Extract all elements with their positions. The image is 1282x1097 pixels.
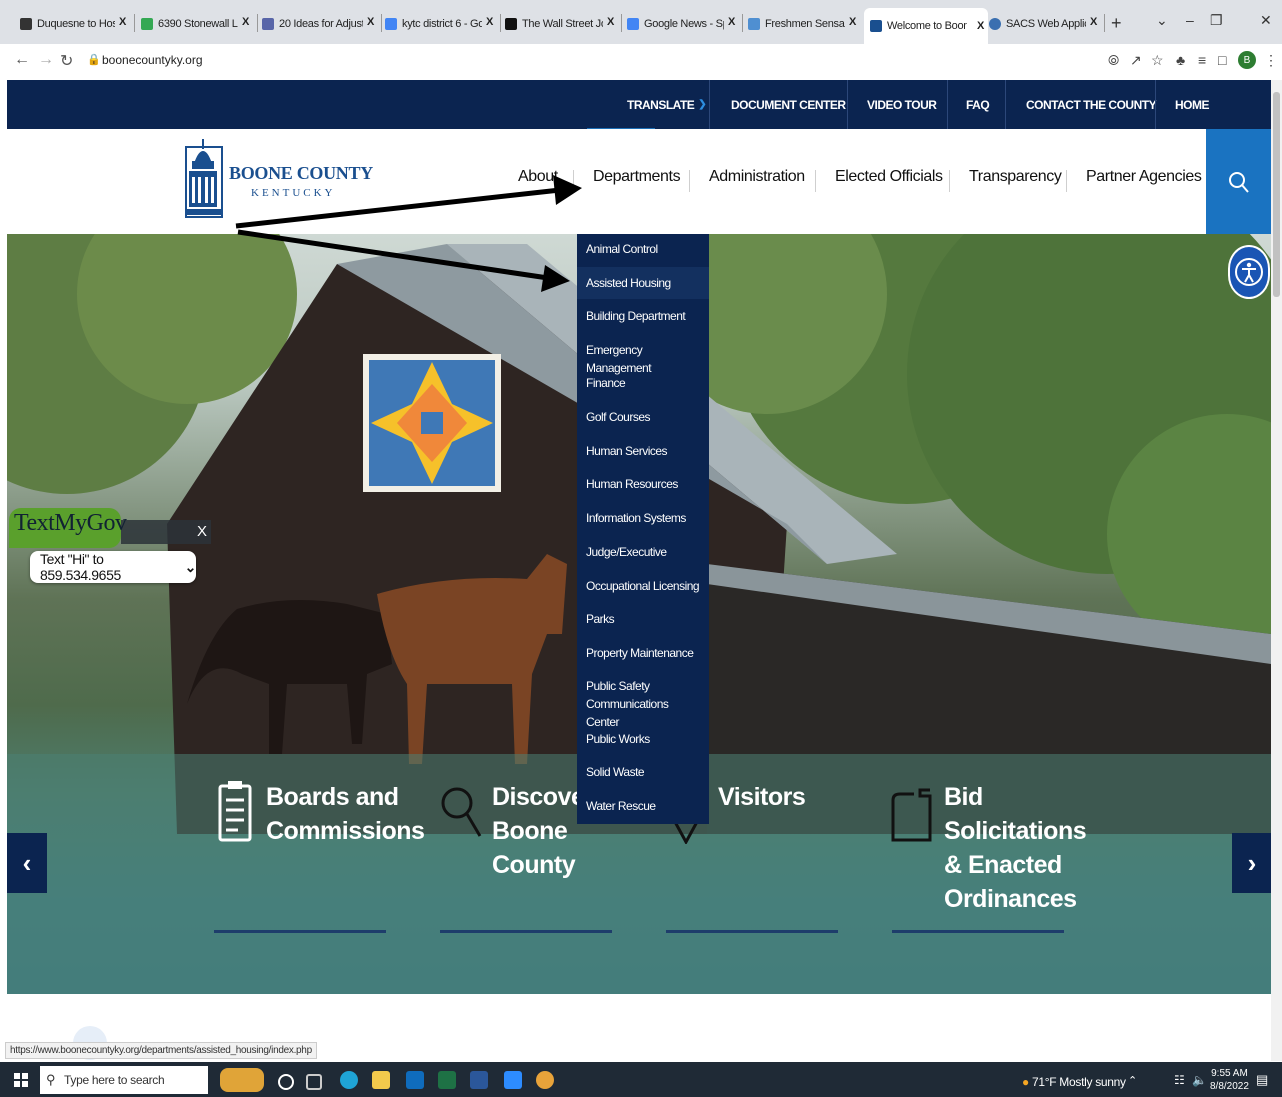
scrollbar-thumb[interactable] bbox=[1273, 92, 1280, 297]
sun-icon: ● bbox=[1022, 1075, 1029, 1089]
zoom-icon[interactable] bbox=[504, 1071, 522, 1089]
notifications-icon[interactable]: ▤ bbox=[1256, 1072, 1268, 1088]
search-icon: ⚲ bbox=[46, 1072, 56, 1087]
cortana-icon[interactable] bbox=[278, 1074, 294, 1090]
weather-text: 71°F Mostly sunny bbox=[1032, 1075, 1126, 1089]
file-explorer-icon[interactable] bbox=[372, 1071, 390, 1089]
outlook-icon[interactable] bbox=[406, 1071, 424, 1089]
clock-date: 8/8/2022 bbox=[1210, 1081, 1249, 1092]
textmygov-prompt-text: Text "Hi" to 859.534.9655 bbox=[40, 551, 121, 583]
textmygov-close-icon[interactable]: X bbox=[197, 523, 207, 540]
chevron-down-icon: ⌄ bbox=[184, 558, 197, 575]
taskbar-search-input[interactable]: ⚲ Type here to search bbox=[40, 1066, 208, 1094]
volume-icon[interactable]: 🔈 bbox=[1192, 1073, 1207, 1087]
taskbar-search-placeholder: Type here to search bbox=[64, 1073, 165, 1087]
excel-icon[interactable] bbox=[438, 1071, 456, 1089]
status-bar-url: https://www.boonecountyky.org/department… bbox=[5, 1042, 317, 1059]
word-icon[interactable] bbox=[470, 1071, 488, 1089]
windows-start-icon[interactable] bbox=[14, 1073, 28, 1087]
weather-widget[interactable]: ● 71°F Mostly sunny bbox=[1022, 1075, 1126, 1089]
taskbar-clock[interactable]: 9:55 AM 8/8/2022 bbox=[1210, 1067, 1249, 1093]
clock-time: 9:55 AM bbox=[1211, 1068, 1248, 1079]
textmygov-title: TextMyGov bbox=[14, 510, 127, 536]
annotation-arrows bbox=[235, 175, 582, 292]
news-widget-icon[interactable] bbox=[220, 1068, 264, 1092]
chrome-icon[interactable] bbox=[536, 1071, 554, 1089]
arrow-to-departments bbox=[235, 187, 561, 229]
arrowhead-icon bbox=[541, 265, 570, 292]
textmygov-prompt[interactable]: Text "Hi" to 859.534.9655 ⌄ bbox=[30, 551, 196, 583]
arrowhead-icon bbox=[553, 175, 582, 205]
arrow-to-assisted-housing bbox=[237, 229, 549, 281]
task-view-icon[interactable] bbox=[306, 1074, 322, 1090]
tray-chevron-icon[interactable]: ⌃ bbox=[1128, 1074, 1137, 1087]
edge-icon[interactable] bbox=[340, 1071, 358, 1089]
network-icon[interactable]: ☷ bbox=[1174, 1073, 1185, 1087]
